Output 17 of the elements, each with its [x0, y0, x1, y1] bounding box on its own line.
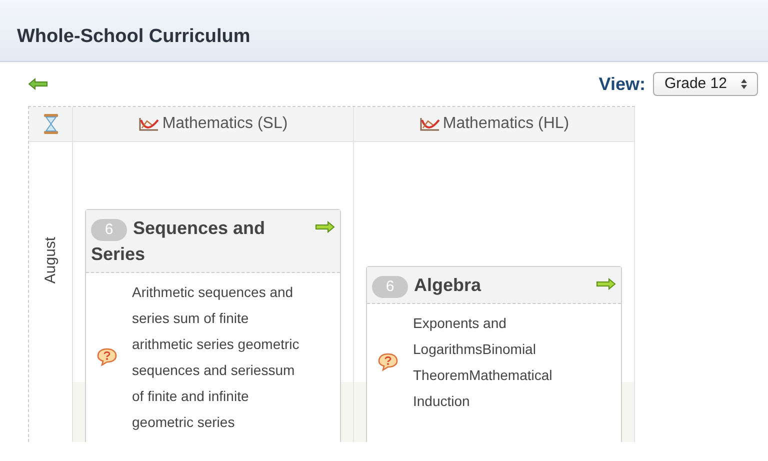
column-header: Mathematics (HL) [442, 114, 570, 134]
month-label: August [40, 236, 60, 286]
view-select[interactable]: Grade 12 [653, 72, 758, 96]
graph-icon [138, 116, 160, 132]
forward-arrow-icon[interactable] [596, 278, 616, 290]
page-title: Whole-School Curriculum [17, 25, 250, 50]
view-label: View: [598, 72, 646, 96]
graph-icon [418, 116, 441, 132]
stepper-icon [741, 79, 747, 89]
column-header: Mathematics (SL) [162, 114, 288, 134]
question-bubble-icon [96, 347, 118, 367]
unit-description: Arithmetic sequences and series sum of finite arithmetic series geometric sequences and seriessum of finite and infinite geometric series [132, 283, 300, 432]
question-bubble-icon [377, 352, 399, 372]
unit-description: Exponents and LogarithmsBinomial TheoremMathematical Induction [413, 314, 554, 411]
back-arrow-icon[interactable] [28, 78, 48, 90]
hourglass-icon [42, 113, 58, 135]
forward-arrow-icon[interactable] [315, 221, 335, 233]
